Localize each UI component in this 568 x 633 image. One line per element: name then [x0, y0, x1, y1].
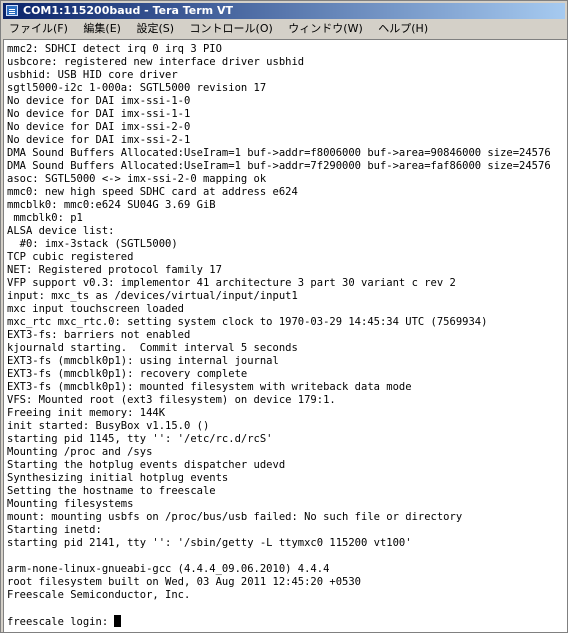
terminal-line: usbcore: registered new interface driver… — [7, 56, 305, 68]
terminal-line: mxc_rtc mxc_rtc.0: setting system clock … — [7, 316, 488, 328]
terminal-line: TCP cubic registered — [7, 251, 134, 263]
terminal-cursor — [114, 615, 122, 627]
terminal-line: Starting inetd: — [7, 524, 102, 536]
menu-control[interactable]: コントロール(O) — [184, 20, 279, 38]
terminal-line: input: mxc_ts as /devices/virtual/input/… — [7, 290, 298, 302]
terminal-line: mmc0: new high speed SDHC card at addres… — [7, 186, 298, 198]
terminal-line: VFS: Mounted root (ext3 filesystem) on d… — [7, 394, 336, 406]
tera-term-icon[interactable] — [6, 5, 18, 16]
menu-bar: ファイル(F) 編集(E) 設定(S) コントロール(O) ウィンドウ(W) ヘ… — [3, 20, 565, 38]
terminal-line: No device for DAI imx-ssi-1-1 — [7, 108, 191, 120]
terminal-line: DMA Sound Buffers Allocated:UseIram=1 bu… — [7, 160, 551, 172]
terminal-line: Freeing init memory: 144K — [7, 407, 166, 419]
tera-term-window: COM1:115200baud - Tera Term VT ファイル(F) 編… — [0, 0, 568, 633]
terminal-line: DMA Sound Buffers Allocated:UseIram=1 bu… — [7, 147, 551, 159]
terminal-line: No device for DAI imx-ssi-2-1 — [7, 134, 191, 146]
menu-file[interactable]: ファイル(F) — [3, 20, 74, 38]
terminal-line: init started: BusyBox v1.15.0 () — [7, 420, 210, 432]
terminal-line: Setting the hostname to freescale — [7, 485, 216, 497]
menu-setup[interactable]: 設定(S) — [130, 20, 180, 38]
terminal-line: kjournald starting. Commit interval 5 se… — [7, 342, 298, 354]
title-bar[interactable]: COM1:115200baud - Tera Term VT — [3, 3, 565, 19]
terminal-line: mmcblk0: mmc0:e624 SU04G 3.69 GiB — [7, 199, 216, 211]
terminal-line: EXT3-fs (mmcblk0p1): recovery complete — [7, 368, 248, 380]
terminal-line: mmcblk0: p1 — [7, 212, 83, 224]
menu-window[interactable]: ウィンドウ(W) — [282, 20, 368, 38]
terminal-line: starting pid 2141, tty '': '/sbin/getty … — [7, 537, 412, 549]
terminal-line: starting pid 1145, tty '': '/etc/rc.d/rc… — [7, 433, 273, 445]
terminal-line: usbhid: USB HID core driver — [7, 69, 178, 81]
terminal-line: EXT3-fs: barriers not enabled — [7, 329, 191, 341]
terminal-line: asoc: SGTL5000 <-> imx-ssi-2-0 mapping o… — [7, 173, 267, 185]
terminal-line: EXT3-fs (mmcblk0p1): mounted filesystem … — [7, 381, 412, 393]
terminal-line: Starting the hotplug events dispatcher u… — [7, 459, 286, 471]
terminal-line: arm-none-linux-gnueabi-gcc (4.4.4_09.06.… — [7, 563, 330, 575]
terminal-line: Synthesizing initial hotplug events — [7, 472, 229, 484]
terminal-line: mmc2: SDHCI detect irq 0 irq 3 PIO — [7, 43, 222, 55]
terminal-line: ALSA device list: — [7, 225, 115, 237]
terminal-line: mxc input touchscreen loaded — [7, 303, 185, 315]
terminal-line: root filesystem built on Wed, 03 Aug 201… — [7, 576, 362, 588]
terminal-line: Mounting /proc and /sys — [7, 446, 153, 458]
terminal-line: No device for DAI imx-ssi-1-0 — [7, 95, 191, 107]
terminal-line: Freescale Semiconductor, Inc. — [7, 589, 191, 601]
terminal-line: NET: Registered protocol family 17 — [7, 264, 222, 276]
terminal-line: VFP support v0.3: implementor 41 archite… — [7, 277, 456, 289]
login-prompt: freescale login: — [7, 615, 567, 628]
terminal-line: EXT3-fs (mmcblk0p1): using internal jour… — [7, 355, 279, 367]
window-title: COM1:115200baud - Tera Term VT — [23, 4, 233, 17]
terminal-line: Mounting filesystems — [7, 498, 134, 510]
terminal-output[interactable]: mmc2: SDHCI detect irq 0 irq 3 PIO usbcor… — [3, 39, 567, 632]
menu-edit[interactable]: 編集(E) — [77, 20, 127, 38]
terminal-line: #0: imx-3stack (SGTL5000) — [7, 238, 178, 250]
menu-help[interactable]: ヘルプ(H) — [372, 20, 434, 38]
terminal-line: sgtl5000-i2c 1-000a: SGTL5000 revision 1… — [7, 82, 267, 94]
terminal-line: No device for DAI imx-ssi-2-0 — [7, 121, 191, 133]
terminal-line: mount: mounting usbfs on /proc/bus/usb f… — [7, 511, 463, 523]
